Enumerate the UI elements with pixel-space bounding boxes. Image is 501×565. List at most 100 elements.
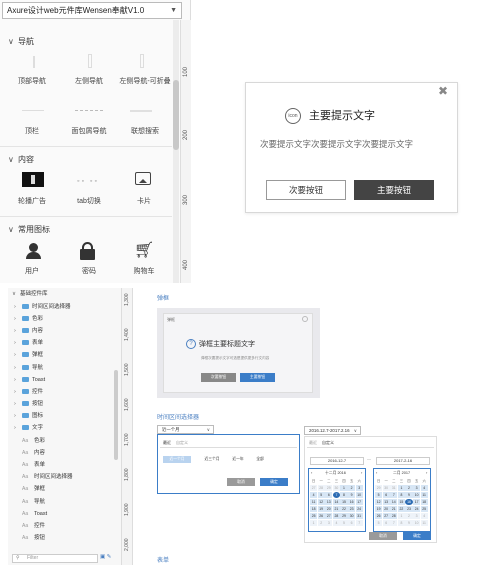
calendar-right-day[interactable]: 27	[382, 513, 390, 519]
calendar-left-day[interactable]: 3	[355, 485, 363, 491]
calendar-right-day[interactable]: 9	[405, 520, 413, 526]
library-scrollbar[interactable]	[173, 20, 179, 283]
calendar-left-day[interactable]: 1	[340, 485, 348, 491]
calendar-left-day[interactable]: 22	[340, 506, 348, 512]
calendar-left-day[interactable]: 31	[355, 513, 363, 519]
calendar-right-day[interactable]: 8	[397, 520, 405, 526]
calendar-right-day[interactable]: 20	[382, 506, 390, 512]
calendar-right-day[interactable]: 16	[405, 499, 413, 505]
section-header-icons[interactable]: ∨ 常用图标	[8, 224, 50, 235]
calendar-right-day[interactable]: 18	[420, 499, 428, 505]
add-page-icon[interactable]: ▣	[100, 554, 105, 560]
calendar-right-day[interactable]: 13	[382, 499, 390, 505]
dialog-primary-button[interactable]: 主要按钮	[240, 373, 275, 382]
calendar-left-day[interactable]: 5	[340, 520, 348, 526]
item-breadcrumb[interactable]: 面包屑导航	[61, 126, 117, 136]
tree-scrollbar[interactable]	[114, 370, 118, 460]
range-cancel-button[interactable]: 取消	[227, 478, 255, 486]
calendar-left-day[interactable]: 16	[348, 499, 356, 505]
calendar-right-day[interactable]: 1	[397, 485, 405, 491]
calendar-right-day[interactable]: 19	[375, 506, 383, 512]
tree-page[interactable]: Aa 表单	[22, 459, 45, 471]
calendar-left-day[interactable]: 9	[348, 492, 356, 498]
calendar-right-day[interactable]: 1	[397, 513, 405, 519]
calendar-left-day[interactable]: 19	[317, 506, 325, 512]
tree-folder[interactable]: › 图标	[14, 410, 43, 422]
calendar-left-day[interactable]: 29	[340, 513, 348, 519]
end-date-input[interactable]: 2017-2-16	[376, 457, 430, 465]
item-topbar[interactable]: 顶栏	[4, 126, 60, 136]
item-top-nav[interactable]: 顶部导航	[4, 76, 60, 86]
cart-icon[interactable]: 🛒︎	[134, 243, 154, 259]
calendar-right-day[interactable]: 14	[390, 499, 398, 505]
calendar-left-day[interactable]: 20	[325, 506, 333, 512]
calendar-select[interactable]: 2016.12.7-2017.2.16 ∨	[304, 426, 361, 435]
item-left-nav-collapsible[interactable]: 左侧导航-可折叠	[114, 76, 176, 86]
item-password[interactable]: 密码	[61, 266, 117, 276]
top-nav-thumb[interactable]	[33, 56, 35, 68]
calendar-left-day[interactable]: 7	[332, 492, 340, 498]
tree-folder[interactable]: › 文字	[14, 422, 43, 434]
calendar-right-day[interactable]: 21	[390, 506, 398, 512]
cal-tab-custom[interactable]: 自定义	[322, 440, 334, 446]
close-icon[interactable]: ✖	[438, 84, 448, 98]
calendar-right-day[interactable]: 6	[382, 492, 390, 498]
calendar-right-day[interactable]: 29	[375, 485, 383, 491]
calendar-left-day[interactable]: 30	[348, 513, 356, 519]
range-select[interactable]: 近一个月 ∨	[157, 425, 214, 434]
calendar-left-day[interactable]: 21	[332, 506, 340, 512]
start-date-input[interactable]: 2016-12-7	[310, 457, 364, 465]
calendar-left-day[interactable]: 17	[355, 499, 363, 505]
calendar-left-day[interactable]: 24	[355, 506, 363, 512]
calendar-left-day[interactable]: 25	[310, 513, 318, 519]
carousel-thumb[interactable]	[22, 172, 44, 187]
calendar-left-day[interactable]: 2	[348, 485, 356, 491]
tree-folder[interactable]: › 内容	[14, 325, 43, 337]
tree-page[interactable]: Aa 按钮	[22, 532, 45, 544]
add-folder-icon[interactable]: ✎	[107, 554, 112, 560]
calendar-left-day[interactable]: 4	[310, 492, 318, 498]
calendar-right-day[interactable]: 7	[390, 520, 398, 526]
calendar-right-day[interactable]: 5	[375, 492, 383, 498]
calendar-left-day[interactable]: 27	[325, 513, 333, 519]
calendar-left-day[interactable]: 8	[340, 492, 348, 498]
library-scrollbar-thumb[interactable]	[173, 80, 179, 150]
chip-last-3-months[interactable]: 近三个月	[199, 456, 225, 463]
calendar-right-day[interactable]: 6	[382, 520, 390, 526]
tab-custom[interactable]: 自定义	[176, 440, 188, 446]
calendar-right-day[interactable]: 2	[405, 513, 413, 519]
tree-folder[interactable]: › Toast	[14, 374, 45, 386]
calendar-right-day[interactable]: 31	[390, 485, 398, 491]
calendar-right-day[interactable]: 4	[420, 485, 428, 491]
search-thumb[interactable]	[130, 110, 152, 112]
calendar-right-day[interactable]: 10	[413, 492, 421, 498]
calendar-left-day[interactable]: 27	[310, 485, 318, 491]
item-tab-switch[interactable]: tab切换	[61, 196, 117, 206]
tree-page[interactable]: Aa 内容	[22, 447, 45, 459]
calendar-ok-button[interactable]: 确定	[403, 532, 431, 540]
image-icon[interactable]	[135, 172, 151, 185]
item-card[interactable]: 卡片	[116, 196, 172, 206]
calendar-right-day[interactable]: 3	[413, 513, 421, 519]
next-month-icon[interactable]: ›	[426, 470, 427, 475]
cal-tab-recent[interactable]: 最近	[309, 440, 317, 446]
search-input[interactable]: ⚲ Filter	[12, 554, 98, 563]
tree-folder[interactable]: › 弹框	[14, 349, 43, 361]
close-icon[interactable]	[302, 316, 308, 322]
calendar-right-day[interactable]: 11	[420, 492, 428, 498]
calendar-right-day[interactable]: 2	[405, 485, 413, 491]
tab-switch-thumb[interactable]: ◦◦ ◦◦	[77, 178, 99, 185]
tree-folder[interactable]: › 导航	[14, 362, 43, 374]
tree-page[interactable]: Aa 弹框	[22, 483, 45, 495]
tree-page[interactable]: Aa Toast	[22, 508, 47, 520]
topbar-thumb[interactable]	[22, 110, 44, 111]
secondary-button[interactable]: 次要按钮	[266, 180, 346, 200]
calendar-right-day[interactable]: 17	[413, 499, 421, 505]
calendar-left-day[interactable]: 28	[317, 485, 325, 491]
calendar-left-day[interactable]: 29	[325, 485, 333, 491]
tree-page[interactable]: Aa 时间区间选择器	[22, 471, 73, 483]
tree-folder[interactable]: › 表单	[14, 337, 43, 349]
calendar-left-day[interactable]: 12	[317, 499, 325, 505]
calendar-left-day[interactable]: 15	[340, 499, 348, 505]
calendar-right-day[interactable]: 23	[405, 506, 413, 512]
